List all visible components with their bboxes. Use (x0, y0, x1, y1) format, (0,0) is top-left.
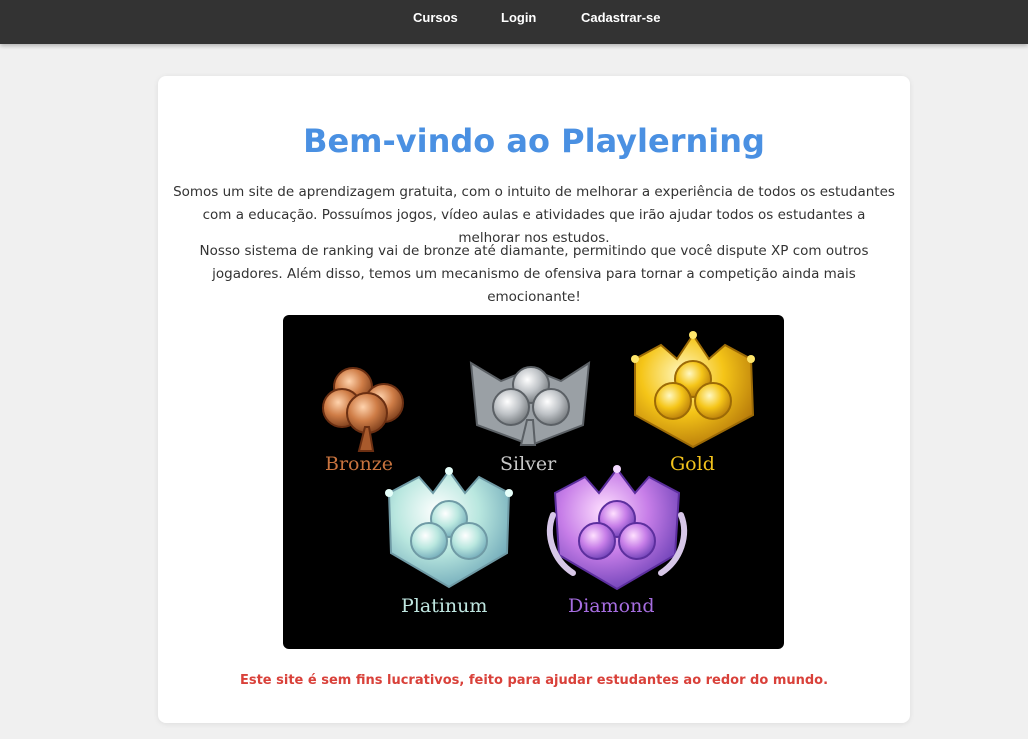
page-title: Bem-vindo ao Playlerning (303, 122, 765, 160)
welcome-card: Bem-vindo ao Playlerning Somos um site d… (158, 76, 910, 723)
diamond-badge-icon (546, 465, 688, 591)
top-navbar: Cursos Login Cadastrar-se (0, 0, 1028, 44)
nav-link-cursos[interactable]: Cursos (413, 10, 458, 25)
gold-badge-icon (631, 331, 755, 449)
nav-link-cadastrar[interactable]: Cadastrar-se (581, 10, 661, 25)
nav-link-login[interactable]: Login (501, 10, 536, 25)
silver-badge-icon (469, 361, 591, 447)
rank-label-diamond: Diamond (568, 595, 655, 617)
rank-label-silver: Silver (500, 453, 557, 475)
platinum-badge-icon (385, 467, 513, 589)
ranking-paragraph: Nosso sistema de ranking vai de bronze a… (199, 243, 869, 305)
rank-badges-graphic (322, 331, 755, 591)
nonprofit-note: Este site é sem fins lucrativos, feito p… (239, 673, 829, 688)
bronze-badge-icon (322, 367, 404, 452)
ranks-image: Bronze Silver Gold Platinum Diamond (283, 315, 784, 649)
rank-label-gold: Gold (670, 453, 715, 475)
rank-label-platinum: Platinum (401, 595, 488, 617)
rank-label-bronze: Bronze (325, 453, 393, 475)
